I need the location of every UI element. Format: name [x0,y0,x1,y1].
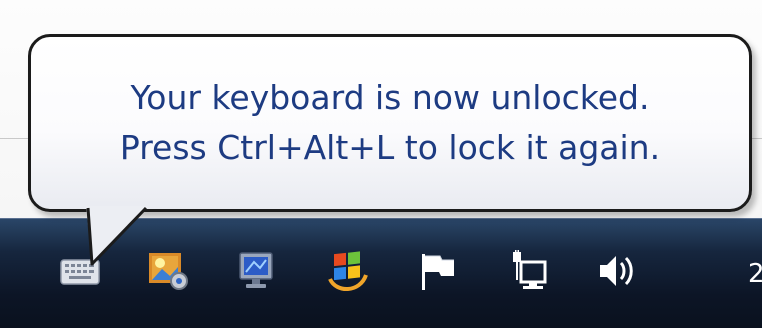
network-icon[interactable] [505,249,549,293]
notification-balloon[interactable]: Your keyboard is now unlocked. Press Ctr… [28,34,752,212]
balloon-message: Your keyboard is now unlocked. Press Ctr… [31,73,749,173]
balloon-line-1: Your keyboard is now unlocked. [130,78,650,117]
windows-update-icon[interactable] [326,249,370,293]
speaker-icon[interactable] [594,249,638,293]
balloon-tail [86,206,148,266]
balloon-line-2: Press Ctrl+Alt+L to lock it again. [119,128,661,167]
flag-icon[interactable] [414,249,458,293]
clock-text[interactable]: 2 [748,259,762,289]
monitor-icon[interactable] [234,249,278,293]
